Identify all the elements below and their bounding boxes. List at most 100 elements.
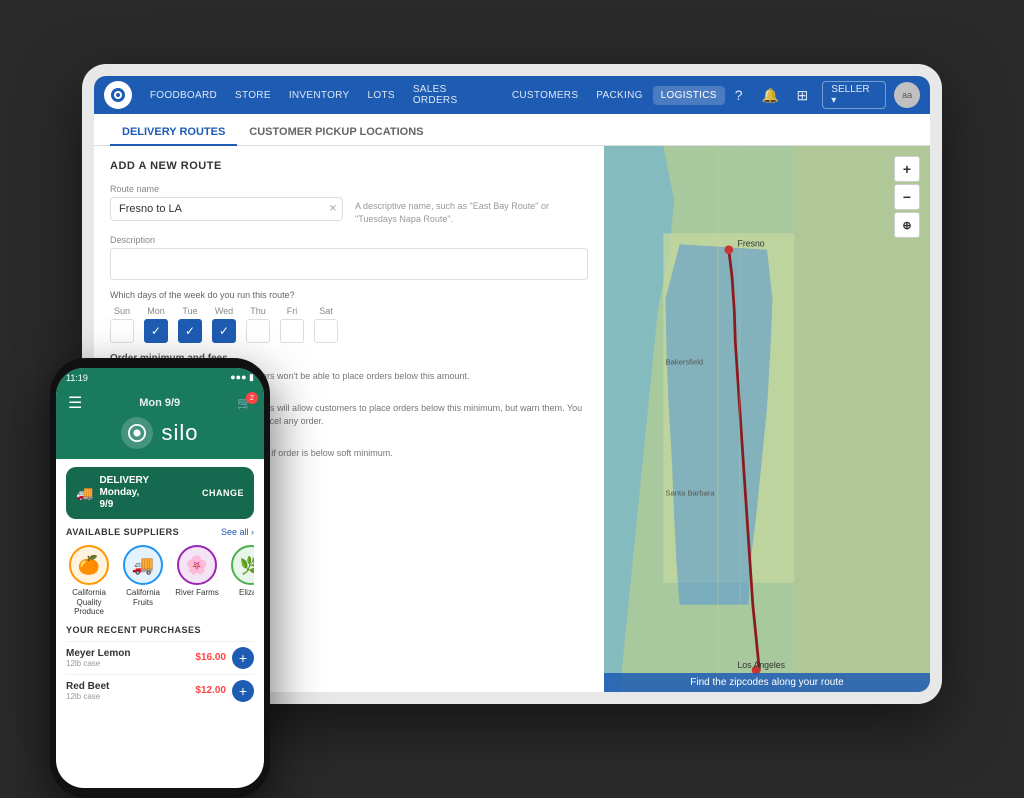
purchase-name-beet: Red Beet [66,681,109,692]
day-sat-checkbox[interactable] [314,319,338,343]
map-footer: Find the zipcodes along your route [604,673,930,692]
day-wed-checkbox[interactable] [212,319,236,343]
day-sun: Sun [110,306,134,343]
tab-delivery-routes[interactable]: DELIVERY ROUTES [110,120,237,146]
supplier-logo-eliza: 🌿 [231,545,254,585]
map-svg: Fresno Los Angeles Bakersfield Santa Bar… [604,146,930,692]
day-sun-checkbox[interactable] [110,319,134,343]
help-icon[interactable]: ? [727,83,751,107]
see-all-button[interactable]: See all › [221,527,254,537]
phone-logo-circle [121,417,153,449]
phone-signal: ●●● ▮ [230,372,254,383]
days-row: Sun Mon Tue Wed [110,306,588,343]
top-navigation: FOODBOARD STORE INVENTORY LOTS SALES ORD… [94,76,930,114]
nav-right-area: ? 🔔 ⊞ SELLER ▾ aa [727,81,920,109]
hamburger-icon[interactable]: ☰ [68,393,82,413]
seller-dropdown[interactable]: SELLER ▾ [822,81,886,109]
nav-packing[interactable]: PACKING [588,86,650,105]
nav-sales-orders[interactable]: SALES ORDERS [405,80,502,110]
description-label: Description [110,235,588,245]
delivery-day: Monday, [99,487,149,499]
day-thu: Thu [246,306,270,343]
day-tue-label: Tue [182,306,197,316]
route-name-row: Route name ✕ A descriptive name, such as… [110,184,588,225]
svg-text:Fresno: Fresno [738,238,765,248]
user-avatar[interactable]: aa [894,82,920,108]
grid-icon[interactable]: ⊞ [790,83,814,107]
purchase-info-beet: Red Beet 12lb case [66,681,109,701]
recent-purchases-section: YOUR RECENT PURCHASES Meyer Lemon 12lb c… [56,617,264,788]
day-mon-label: Mon [147,306,165,316]
nav-foodboard[interactable]: FOODBOARD [142,86,225,105]
change-delivery-button[interactable]: CHANGE [202,488,244,498]
cart-badge: 2 [246,392,258,404]
supplier-california-quality[interactable]: 🍊 California Quality Produce [66,545,112,617]
description-group: Description [110,235,588,280]
supplier-name-california-quality: California Quality Produce [66,588,112,617]
svg-text:Los Angeles: Los Angeles [738,660,786,670]
notification-icon[interactable]: 🔔 [759,83,783,107]
supplier-river-farms[interactable]: 🌸 River Farms [174,545,220,617]
suppliers-title: AVAILABLE SUPPLIERS [66,527,179,537]
day-tue-checkbox[interactable] [178,319,202,343]
delivery-info: 🚚 DELIVERY Monday, 9/9 [76,475,149,511]
route-name-input-wrapper: ✕ [110,197,343,221]
delivery-truck-icon: 🚚 [76,485,93,502]
day-fri: Fri [280,306,304,343]
purchase-name-meyer: Meyer Lemon [66,648,130,659]
day-tue: Tue [178,306,202,343]
zoom-in-button[interactable]: + [894,156,920,182]
description-input[interactable] [110,248,588,280]
day-mon-checkbox[interactable] [144,319,168,343]
tab-customer-pickup[interactable]: CUSTOMER PICKUP LOCATIONS [237,120,435,146]
route-name-group: Route name ✕ [110,184,343,225]
delivery-label: DELIVERY [99,475,149,487]
purchase-red-beet: Red Beet 12lb case $12.00 + [66,674,254,707]
supplier-logo-california-fruits: 🚚 [123,545,163,585]
purchase-price-beet: $12.00 [195,685,226,696]
add-red-beet-button[interactable]: + [232,680,254,702]
day-mon: Mon [144,306,168,343]
day-thu-checkbox[interactable] [246,319,270,343]
recent-purchases-title: YOUR RECENT PURCHASES [66,625,254,635]
day-fri-checkbox[interactable] [280,319,304,343]
phone-logo-text: silo [161,420,198,446]
suppliers-header: AVAILABLE SUPPLIERS See all › [66,527,254,537]
phone-header: ☰ Mon 9/9 🛒 2 silo [56,387,264,459]
purchase-right-meyer: $16.00 + [195,647,254,669]
supplier-name-river-farms: River Farms [175,588,219,598]
locate-button[interactable]: ⊕ [894,212,920,238]
purchase-size-beet: 12lb case [66,692,109,701]
clear-icon[interactable]: ✕ [329,204,337,215]
purchase-right-beet: $12.00 + [195,680,254,702]
svg-text:Santa Barbara: Santa Barbara [665,488,715,497]
day-sat-label: Sat [319,306,333,316]
zoom-out-button[interactable]: − [894,184,920,210]
day-wed-label: Wed [215,306,233,316]
svg-text:Bakersfield: Bakersfield [665,357,703,366]
day-fri-label: Fri [287,306,298,316]
day-sat: Sat [314,306,338,343]
phone-screen: 11:19 ●●● ▮ ☰ Mon 9/9 🛒 2 silo [56,368,264,788]
supplier-eliza[interactable]: 🌿 Eliza... [228,545,254,617]
phone-logo-row: silo [68,417,252,449]
purchase-info-meyer: Meyer Lemon 12lb case [66,648,130,668]
add-meyer-lemon-button[interactable]: + [232,647,254,669]
nav-store[interactable]: STORE [227,86,279,105]
route-name-input[interactable] [110,197,343,221]
days-question: Which days of the week do you run this r… [110,290,588,300]
days-section: Which days of the week do you run this r… [110,290,588,343]
cart-icon[interactable]: 🛒 2 [237,396,252,410]
suppliers-section: AVAILABLE SUPPLIERS See all › 🍊 Californ… [56,527,264,617]
app-logo [104,81,132,109]
supplier-california-fruits[interactable]: 🚚 California Fruits [120,545,166,617]
supplier-logo-california-quality: 🍊 [69,545,109,585]
map-panel: Fresno Los Angeles Bakersfield Santa Bar… [604,146,930,692]
day-thu-label: Thu [250,306,266,316]
tabs-bar: DELIVERY ROUTES CUSTOMER PICKUP LOCATION… [94,114,930,146]
supplier-name-eliza: Eliza... [239,588,254,598]
nav-customers[interactable]: CUSTOMERS [504,86,586,105]
nav-lots[interactable]: LOTS [360,86,403,105]
nav-inventory[interactable]: INVENTORY [281,86,358,105]
nav-logistics[interactable]: LOGISTICS [653,86,725,105]
